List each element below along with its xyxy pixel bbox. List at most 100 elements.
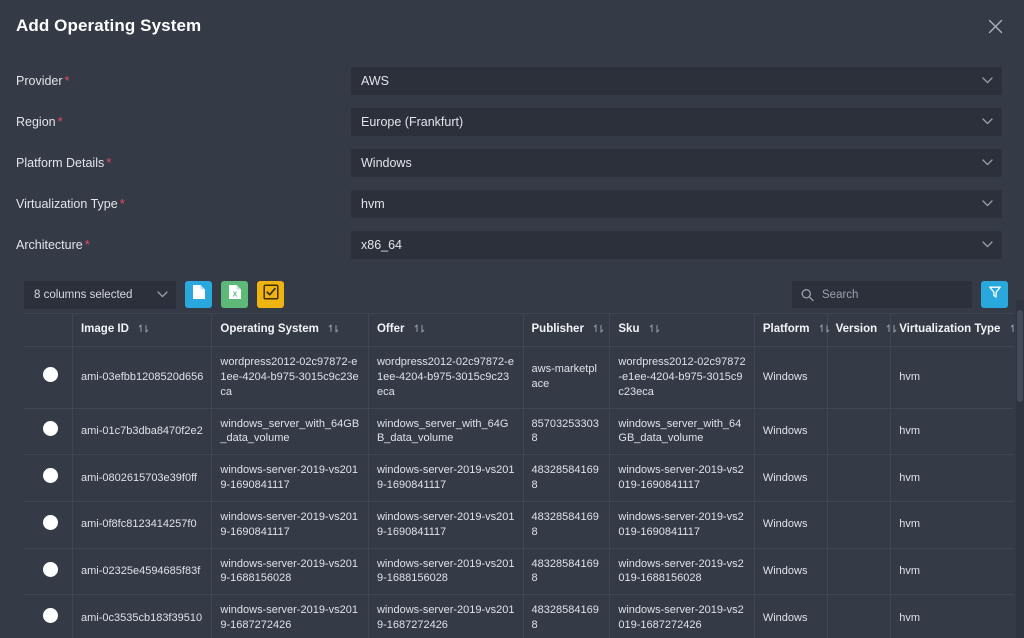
sort-icon[interactable] [819, 323, 830, 337]
close-icon[interactable] [985, 16, 1005, 36]
row-radio-button[interactable] [42, 561, 58, 577]
export-excel-button[interactable]: X [221, 281, 248, 308]
column-header-offer[interactable]: Offer [368, 314, 524, 347]
sort-icon[interactable] [328, 323, 339, 337]
provider-select-value: AWS [361, 73, 390, 88]
form-row-virtualization-type: Virtualization Type * hvm [16, 183, 1002, 224]
chevron-down-icon [981, 198, 993, 210]
export-pdf-button[interactable] [185, 281, 212, 308]
architecture-select[interactable]: x86_64 [351, 230, 1002, 259]
table-header-row: Image ID Operating System Offer Publishe… [24, 314, 1014, 347]
filter-button[interactable] [981, 281, 1008, 308]
file-excel-icon: X [228, 284, 242, 305]
cell-image-id: ami-03efbb1208520d656 [72, 346, 213, 409]
required-marker: * [119, 195, 125, 211]
table-row[interactable]: ami-01c7b3dba8470f2e2 windows_server_wit… [24, 408, 1014, 456]
sort-icon[interactable] [138, 323, 149, 337]
region-label-text: Region [16, 114, 56, 129]
cell-image-id: ami-02325e4594685f83f [72, 548, 213, 596]
required-marker: * [106, 154, 112, 170]
column-header-select [24, 314, 73, 347]
chevron-down-icon [981, 239, 993, 251]
column-header-virtualization-type[interactable]: Virtualization Type [890, 314, 1014, 347]
cell-version [827, 501, 892, 549]
column-header-image-id[interactable]: Image ID [72, 314, 213, 347]
platform-details-select[interactable]: Windows [351, 148, 1002, 177]
cell-publisher: 483285841698 [523, 501, 611, 549]
table-row[interactable]: ami-02325e4594685f83f windows-server-201… [24, 548, 1014, 596]
column-header-operating-system[interactable]: Operating System [211, 314, 369, 347]
row-radio-button[interactable] [42, 468, 58, 484]
cell-virtualization-type: hvm [890, 346, 1014, 409]
select-all-button[interactable] [257, 281, 284, 308]
table-row[interactable]: ami-0802615703e39f0ff windows-server-201… [24, 454, 1014, 502]
cell-image-id: ami-0802615703e39f0ff [72, 454, 213, 502]
form-row-region: Region * Europe (Frankfurt) [16, 101, 1002, 142]
cell-publisher: aws-marketplace [523, 346, 611, 409]
cell-image-id: ami-01c7b3dba8470f2e2 [72, 408, 213, 456]
row-radio-button[interactable] [42, 514, 58, 530]
vertical-scrollbar[interactable] [1016, 300, 1024, 638]
column-header-virtualization-type-label: Virtualization Type [899, 323, 1001, 335]
chevron-down-icon [981, 116, 993, 128]
column-header-platform[interactable]: Platform [754, 314, 830, 347]
architecture-select-value: x86_64 [361, 237, 403, 252]
cell-operating-system: windows-server-2019-vs2019-1690841117 [211, 454, 369, 502]
region-select[interactable]: Europe (Frankfurt) [351, 107, 1002, 136]
platform-details-select-value: Windows [361, 155, 412, 170]
cell-publisher: 483285841698 [523, 454, 611, 502]
virtualization-type-label: Virtualization Type * [16, 197, 351, 211]
table-row[interactable]: ami-0c3535cb183f39510 windows-server-201… [24, 594, 1014, 638]
row-radio-button[interactable] [42, 608, 58, 624]
row-select-cell[interactable] [24, 594, 73, 638]
add-operating-system-modal: Add Operating System Provider * AWS Regio… [0, 0, 1024, 638]
region-select-value: Europe (Frankfurt) [361, 114, 464, 129]
cell-virtualization-type: hvm [890, 548, 1014, 596]
sort-icon[interactable] [649, 323, 660, 337]
row-radio-button[interactable] [42, 367, 58, 383]
column-header-version[interactable]: Version [827, 314, 897, 347]
required-marker: * [84, 236, 90, 252]
chevron-down-icon [981, 157, 993, 169]
cell-operating-system: windows-server-2019-vs2019-1688156028 [211, 548, 369, 596]
column-header-image-id-label: Image ID [80, 323, 129, 335]
row-select-cell[interactable] [24, 548, 73, 596]
cell-offer: windows-server-2019-vs2019-1690841117 [368, 501, 524, 549]
chevron-down-icon [981, 75, 993, 87]
cell-publisher: 483285841698 [523, 594, 611, 638]
filter-funnel-icon [988, 285, 1002, 304]
table-body: ami-03efbb1208520d656 wordpress2012-02c9… [24, 346, 1014, 638]
column-header-sku[interactable]: Sku [609, 314, 755, 347]
sort-icon[interactable] [414, 323, 425, 337]
cell-sku: windows-server-2019-vs2019-1690841117 [609, 501, 755, 549]
row-select-cell[interactable] [24, 346, 73, 409]
cell-image-id: ami-0c3535cb183f39510 [72, 594, 213, 638]
required-marker: * [57, 113, 63, 129]
provider-select[interactable]: AWS [351, 66, 1002, 95]
columns-select[interactable]: 8 columns selected [24, 280, 176, 309]
column-header-publisher[interactable]: Publisher [523, 314, 611, 347]
cell-virtualization-type: hvm [890, 454, 1014, 502]
table-row[interactable]: ami-03efbb1208520d656 wordpress2012-02c9… [24, 346, 1014, 409]
cell-sku: windows-server-2019-vs2019-1688156028 [609, 548, 755, 596]
cell-platform: Windows [754, 501, 828, 549]
table-row[interactable]: ami-0f8fc8123414257f0 windows-server-201… [24, 501, 1014, 549]
scrollbar-thumb[interactable] [1017, 310, 1023, 402]
cell-offer: windows_server_with_64GB_data_volume [368, 408, 524, 456]
provider-label-text: Provider [16, 73, 63, 88]
column-header-offer-label: Offer [376, 323, 405, 335]
row-radio-button[interactable] [42, 421, 58, 437]
row-select-cell[interactable] [24, 501, 73, 549]
os-form: Provider * AWS Region * Europe (Frankfurt) [0, 56, 1024, 265]
sort-icon[interactable] [1010, 323, 1014, 337]
virtualization-type-select[interactable]: hvm [351, 189, 1002, 218]
virtualization-type-label-text: Virtualization Type [16, 196, 118, 211]
sort-icon[interactable] [593, 323, 604, 337]
cell-offer: windows-server-2019-vs2019-1690841117 [368, 454, 524, 502]
page-title: Add Operating System [16, 16, 202, 35]
svg-text:X: X [232, 292, 237, 299]
sort-icon[interactable] [886, 323, 897, 337]
row-select-cell[interactable] [24, 408, 73, 456]
row-select-cell[interactable] [24, 454, 73, 502]
search-input[interactable] [792, 281, 972, 308]
